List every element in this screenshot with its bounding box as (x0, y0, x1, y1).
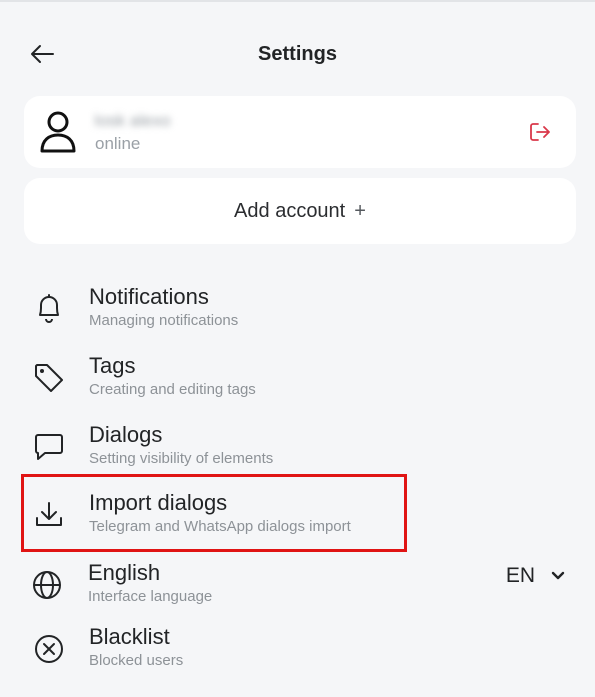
settings-page: Settings Iosk alexo online Add account +… (0, 0, 595, 697)
menu-item-import-dialogs[interactable]: Import dialogs Telegram and WhatsApp dia… (24, 490, 576, 550)
logout-icon (530, 123, 550, 141)
menu-subtitle: Interface language (88, 588, 213, 605)
globe-icon (33, 571, 61, 599)
account-card: Iosk alexo online (24, 96, 576, 168)
language-code: EN (505, 564, 535, 587)
user-icon (40, 111, 76, 153)
menu-item-dialogs[interactable]: Dialogs Setting visibility of elements (24, 422, 576, 482)
menu-title: English (88, 560, 161, 585)
logout-button[interactable] (528, 120, 552, 144)
add-account-label: Add account (234, 199, 346, 222)
menu-subtitle: Setting visibility of elements (89, 450, 274, 467)
menu-subtitle: Creating and editing tags (89, 381, 256, 398)
menu-title: Tags (89, 353, 136, 378)
menu-item-notifications[interactable]: Notifications Managing notifications (24, 284, 576, 344)
menu-title: Notifications (89, 284, 209, 309)
chevron-down-icon (551, 571, 565, 580)
menu-item-blacklist[interactable]: Blacklist Blocked users (24, 624, 576, 684)
download-icon (36, 502, 62, 526)
close-circle-icon (35, 635, 63, 663)
plus-icon: + (354, 199, 366, 222)
bell-icon (39, 294, 59, 323)
page-title: Settings (258, 43, 337, 65)
tag-icon (35, 364, 63, 392)
menu-title: Blacklist (89, 624, 170, 649)
chat-bubble-icon (35, 434, 63, 460)
account-status: online (95, 134, 141, 153)
header: Settings (0, 26, 595, 82)
account-name: Iosk alexo (94, 111, 171, 130)
language-select[interactable]: EN (506, 561, 565, 591)
menu-title: Import dialogs (89, 490, 228, 515)
menu-item-language[interactable]: English Interface language (24, 560, 404, 620)
menu-subtitle: Managing notifications (89, 312, 239, 329)
menu-title: Dialogs (89, 422, 163, 447)
menu-subtitle: Telegram and WhatsApp dialogs import (89, 518, 351, 535)
menu-subtitle: Blocked users (89, 652, 184, 669)
menu-item-tags[interactable]: Tags Creating and editing tags (24, 353, 576, 413)
add-account-button[interactable]: Add account + (24, 178, 576, 244)
